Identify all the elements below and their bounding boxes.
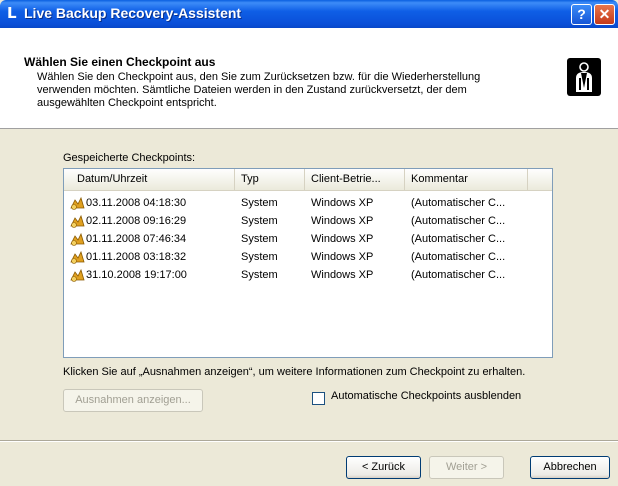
checkpoint-date: 03.11.2008 04:18:30 [86,197,187,209]
checkpoint-type: System [241,269,278,281]
app-icon: L [7,4,17,22]
checkpoint-row[interactable]: 02.11.2008 09:16:29 System Windows XP (A… [64,212,552,230]
hide-auto-checkpoints-checkbox[interactable] [312,392,325,405]
checkpoint-comment: (Automatischer C... [411,233,506,245]
checkpoint-row[interactable]: 01.11.2008 03:18:32 System Windows XP (A… [64,248,552,266]
checkpoint-type: System [241,233,278,245]
bottom-separator [0,440,618,442]
next-button[interactable]: Weiter > [429,456,504,479]
checkpoint-os: Windows XP [311,251,374,263]
checkpoint-os: Windows XP [311,215,374,227]
checkpoint-comment: (Automatischer C... [411,251,506,263]
checkpoint-date: 02.11.2008 09:16:29 [86,215,187,227]
hide-auto-checkpoints-label[interactable]: Automatische Checkpoints ausblenden [331,390,521,402]
checkpoint-list[interactable]: Datum/Uhrzeit Typ Client-Betrie... Komme… [63,168,553,358]
info-text: Klicken Sie auf „Ausnahmen anzeigen“, um… [63,366,526,378]
checkpoint-row[interactable]: 01.11.2008 07:46:34 System Windows XP (A… [64,230,552,248]
column-header-comment[interactable]: Kommentar [405,169,528,190]
checkpoint-date: 31.10.2008 19:17:00 [86,269,187,281]
checkpoint-date: 01.11.2008 03:18:32 [86,251,187,263]
checkpoint-os: Windows XP [311,269,374,281]
page-description: Wählen Sie den Checkpoint aus, den Sie z… [37,71,481,109]
checkpoint-os: Windows XP [311,233,374,245]
checkpoint-icon [70,268,85,282]
title-bar[interactable]: L Live Backup Recovery-Assistent ? ✕ [0,0,618,28]
page-title: Wählen Sie einen Checkpoint aus [24,55,216,69]
checkpoint-comment: (Automatischer C... [411,215,506,227]
checkpoint-type: System [241,251,278,263]
close-button[interactable]: ✕ [594,4,615,25]
wizard-header: Wählen Sie einen Checkpoint aus Wählen S… [0,28,618,129]
checkpoint-comment: (Automatischer C... [411,197,506,209]
checkpoint-type: System [241,215,278,227]
checkpoint-list-caption: Gespeicherte Checkpoints: [63,152,196,164]
checkpoint-type: System [241,197,278,209]
show-exceptions-button[interactable]: Ausnahmen anzeigen... [63,389,203,412]
checkpoint-os: Windows XP [311,197,374,209]
column-header-date[interactable]: Datum/Uhrzeit [64,169,235,190]
column-header-os[interactable]: Client-Betrie... [305,169,405,190]
checkpoint-row[interactable]: 31.10.2008 19:17:00 System Windows XP (A… [64,266,552,284]
wizard-window: L Live Backup Recovery-Assistent ? ✕ Wäh… [0,0,618,486]
list-header: Datum/Uhrzeit Typ Client-Betrie... Komme… [64,169,552,191]
close-icon: ✕ [598,6,611,22]
checkpoint-comment: (Automatischer C... [411,269,506,281]
checkpoint-date: 01.11.2008 07:46:34 [86,233,187,245]
checkpoint-icon [70,196,85,210]
checkpoint-icon [70,232,85,246]
wizard-person-icon [567,58,601,96]
column-header-type[interactable]: Typ [235,169,305,190]
window-title: Live Backup Recovery-Assistent [24,5,242,21]
help-button[interactable]: ? [571,4,592,25]
checkpoint-icon [70,214,85,228]
checkpoint-icon [70,250,85,264]
cancel-button[interactable]: Abbrechen [530,456,610,479]
checkpoint-row[interactable]: 03.11.2008 04:18:30 System Windows XP (A… [64,194,552,212]
help-icon: ? [577,6,586,22]
back-button[interactable]: < Zurück [346,456,421,479]
